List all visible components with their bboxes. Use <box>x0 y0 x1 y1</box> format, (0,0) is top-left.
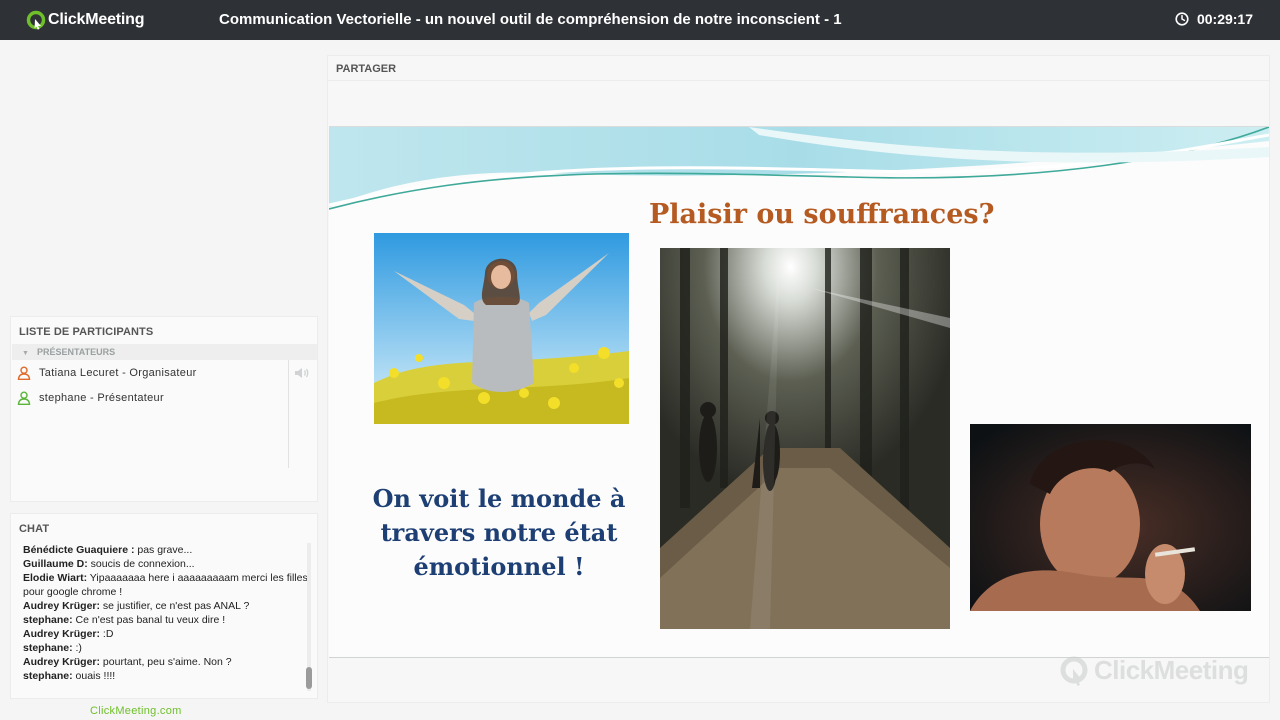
meeting-timer: 00:29:17 <box>1175 11 1253 27</box>
chat-author: Bénédicte Guaquiere : <box>23 544 135 556</box>
user-icon <box>17 366 31 380</box>
chat-author: stephane: <box>23 642 73 654</box>
user-icon <box>17 391 31 405</box>
chat-message: Bénédicte Guaquiere : pas grave... <box>23 543 315 557</box>
slide-photo-forest-path <box>660 248 950 629</box>
speaker-icon[interactable] <box>294 366 312 380</box>
chat-message: stephane: :) <box>23 641 315 655</box>
presentation-slide: Plaisir ou souffrances? On voit le monde… <box>329 126 1269 658</box>
clickmeeting-logo: ClickMeeting <box>26 10 144 30</box>
slide-photo-young-man <box>970 424 1251 611</box>
clock-icon <box>1175 12 1189 26</box>
logo-text: ClickMeeting <box>48 11 145 28</box>
participant-name: stephane - Présentateur <box>39 392 164 404</box>
clickmeeting-watermark-icon <box>1060 656 1088 686</box>
chat-text: pas grave... <box>134 544 193 556</box>
chat-message: Guillaume D: soucis de connexion... <box>23 557 315 571</box>
chat-message: Audrey Krüger: se justifier, ce n'est pa… <box>23 599 315 613</box>
clickmeeting-link[interactable]: ClickMeeting.com <box>90 705 182 717</box>
chat-author: Elodie Wiart: <box>23 572 88 584</box>
presenters-section-toggle[interactable]: ▼ PRÉSENTATEURS <box>12 344 317 360</box>
slide-body-text: On voit le monde à travers notre état ém… <box>372 484 626 581</box>
watermark-text: ClickMeeting <box>1094 654 1249 685</box>
chat-author: Audrey Krüger: <box>23 628 101 640</box>
chat-text: soucis de connexion... <box>87 558 195 570</box>
chat-text: :D <box>100 628 114 640</box>
chat-author: Audrey Krüger: <box>23 600 101 612</box>
slide-title: Plaisir ou souffrances? <box>649 199 995 230</box>
chat-panel: CHAT Bénédicte Guaquiere : pas grave... … <box>10 513 318 699</box>
chat-heading: CHAT <box>19 523 50 535</box>
chat-message: Elodie Wiart: Yipaaaaaaa here i aaaaaaaa… <box>23 571 315 599</box>
chat-messages: Bénédicte Guaquiere : pas grave... Guill… <box>23 543 315 693</box>
participant-row-presenter[interactable]: stephane - Présentateur <box>17 388 164 408</box>
chat-message: stephane: Ce n'est pas banal tu veux dir… <box>23 613 315 627</box>
participant-row-organizer[interactable]: Tatiana Lecuret - Organisateur <box>17 363 197 383</box>
participants-panel: LISTE DE PARTICIPANTS ▼ PRÉSENTATEURS Tat… <box>10 316 318 502</box>
participants-heading: LISTE DE PARTICIPANTS <box>19 326 154 338</box>
clickmeeting-watermark: ClickMeeting <box>1058 654 1249 686</box>
presenters-section-label: PRÉSENTATEURS <box>36 347 116 357</box>
chat-author: Audrey Krüger: <box>23 656 101 668</box>
chat-scrollbar-thumb[interactable] <box>306 667 312 689</box>
participant-name: Tatiana Lecuret - Organisateur <box>39 367 197 379</box>
chat-message: Audrey Krüger: :D <box>23 627 315 641</box>
timer-value: 00:29:17 <box>1196 11 1253 27</box>
chat-message: Audrey Krüger: pourtant, peu s'aime. Non… <box>23 655 315 669</box>
chat-text: pourtant, peu s'aime. Non ? <box>100 656 232 668</box>
chat-text: :) <box>72 642 82 654</box>
chat-text: ouais !!!! <box>72 670 116 682</box>
collapse-triangle-icon: ▼ <box>22 350 29 357</box>
slide-photo-woman-field <box>374 233 629 424</box>
meeting-title: Communication Vectorielle - un nouvel ou… <box>219 11 842 28</box>
chat-text: Ce n'est pas banal tu veux dire ! <box>72 614 226 626</box>
chat-author: stephane: <box>23 670 73 682</box>
chat-author: stephane: <box>23 614 73 626</box>
top-bar: ClickMeeting Communication Vectorielle -… <box>0 0 1280 40</box>
participants-divider <box>288 360 289 468</box>
share-divider <box>328 80 1269 81</box>
clickmeeting-logo-icon <box>26 10 46 30</box>
chat-author: Guillaume D: <box>23 558 88 570</box>
chat-message: stephane: ouais !!!! <box>23 669 315 683</box>
share-heading: PARTAGER <box>336 63 397 75</box>
chat-text: se justifier, ce n'est pas ANAL ? <box>100 600 250 612</box>
